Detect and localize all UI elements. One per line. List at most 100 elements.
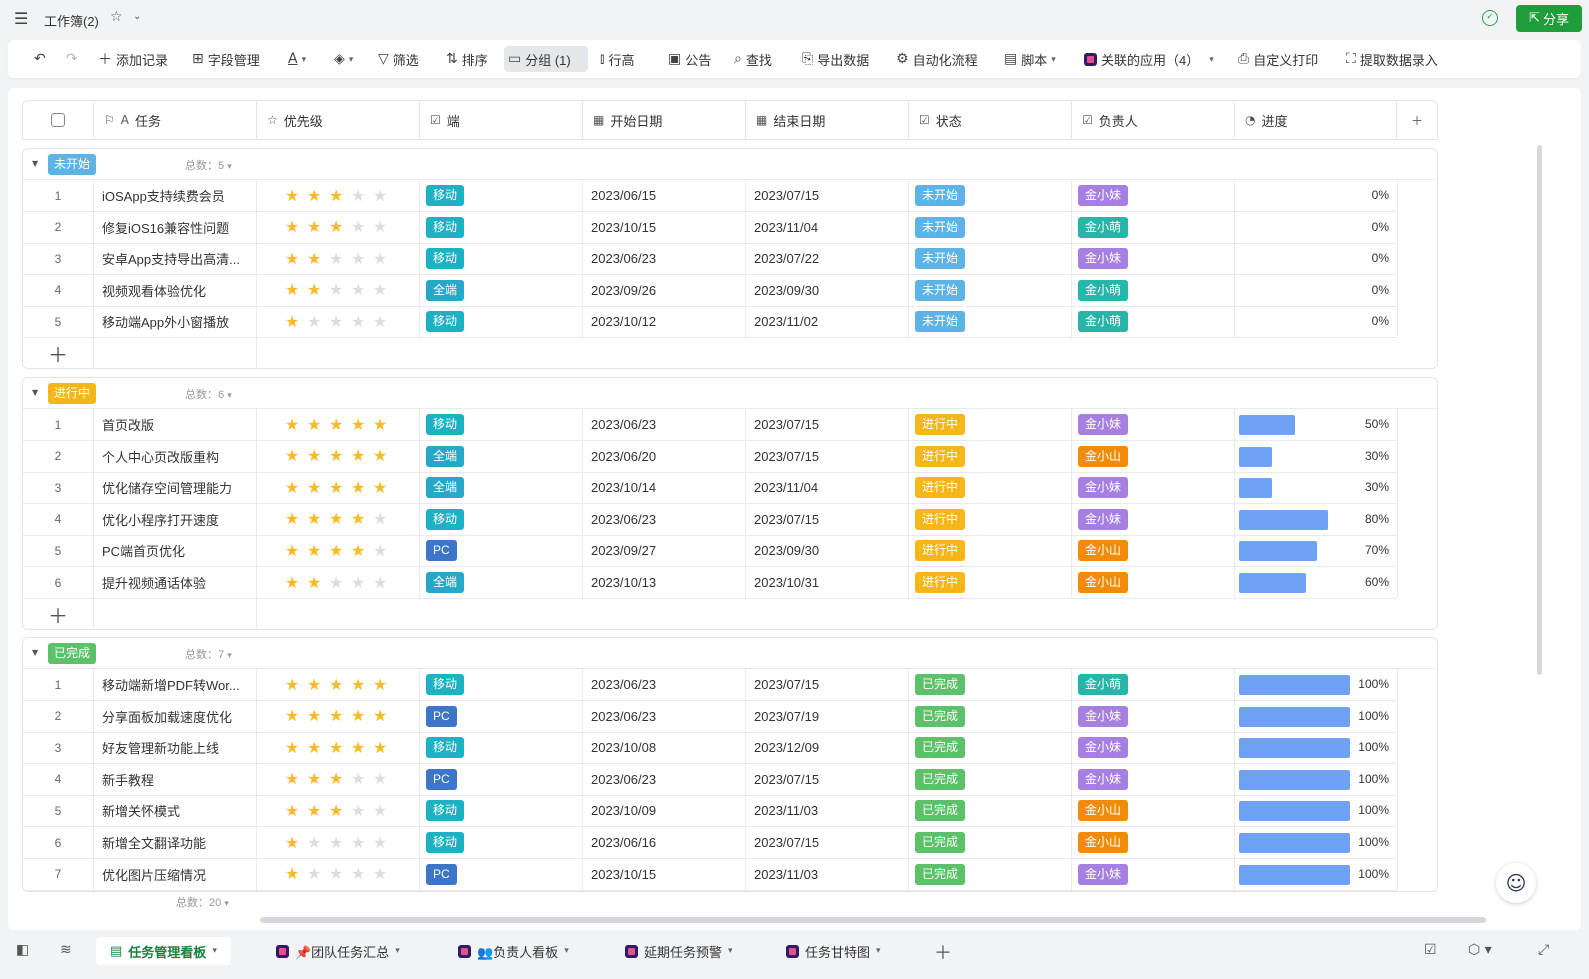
vertical-scrollbar[interactable] <box>1537 145 1542 675</box>
table-row[interactable]: 5 新增关怀模式 ★ ★ ★ ★ ★ 移动 2023/10/09 2023/11/03 … <box>23 795 1398 828</box>
star-empty-icon[interactable]: ★ <box>329 866 349 882</box>
device-cell[interactable]: 全端 <box>420 274 583 306</box>
priority-rating[interactable]: ★ ★ ★ ★ ★ <box>257 763 420 795</box>
table-row[interactable]: 4 优化小程序打开速度 ★ ★ ★ ★ ★ 移动 2023/06/23 2023/07/… <box>23 503 1398 536</box>
task-cell[interactable]: 分享面板加载速度优化 <box>94 700 257 732</box>
star-empty-icon[interactable]: ★ <box>373 511 393 527</box>
task-cell[interactable]: 移动端新增PDF转Wor... <box>94 669 257 700</box>
workbook-title[interactable]: 工作簿(2) <box>44 11 99 30</box>
priority-rating[interactable]: ★ ★ ★ ★ ★ <box>257 700 420 732</box>
star-filled-icon[interactable]: ★ <box>329 187 349 204</box>
progress-cell[interactable]: 100% <box>1235 700 1398 732</box>
status-cell[interactable]: 进行中 <box>909 472 1072 504</box>
end-date-cell[interactable]: 2023/11/02 <box>746 306 909 338</box>
add-record-button[interactable]: ＋添加记录 <box>94 46 172 72</box>
fullscreen-icon[interactable]: ⤢ <box>1538 942 1549 958</box>
add-sheet-button[interactable]: ＋ <box>934 939 952 965</box>
star-filled-icon[interactable]: ★ <box>351 416 371 433</box>
task-cell[interactable]: 视频观看体验优化 <box>94 274 257 306</box>
progress-cell[interactable]: 0% <box>1235 211 1398 243</box>
priority-rating[interactable]: ★ ★ ★ ★ ★ <box>257 503 420 535</box>
task-cell[interactable]: 修复iOS16兼容性问题 <box>94 211 257 243</box>
chevron-down-icon[interactable]: ⌄ <box>133 11 141 22</box>
progress-cell[interactable]: 60% <box>1235 567 1398 598</box>
end-date-cell[interactable]: 2023/11/03 <box>746 795 909 827</box>
status-cell[interactable]: 进行中 <box>909 409 1072 440</box>
priority-rating[interactable]: ★ ★ ★ ★ ★ <box>257 827 420 858</box>
progress-cell[interactable]: 80% <box>1235 503 1398 535</box>
progress-cell[interactable]: 0% <box>1235 274 1398 306</box>
star-filled-icon[interactable]: ★ <box>285 676 305 693</box>
end-date-cell[interactable]: 2023/11/04 <box>746 211 909 243</box>
column-header-end-date[interactable]: ▦ 结束日期 <box>746 101 909 139</box>
automation-button[interactable]: ⚙ 自动化流程 <box>892 46 982 72</box>
end-date-cell[interactable]: 2023/07/15 <box>746 503 909 535</box>
star-filled-icon[interactable]: ★ <box>285 708 305 724</box>
star-filled-icon[interactable]: ★ <box>329 219 349 235</box>
star-filled-icon[interactable]: ★ <box>351 676 371 693</box>
start-date-cell[interactable]: 2023/06/15 <box>583 180 746 211</box>
star-empty-icon[interactable]: ★ <box>373 834 393 851</box>
star-filled-icon[interactable]: ★ <box>351 542 371 559</box>
device-cell[interactable]: 移动 <box>420 503 583 535</box>
device-cell[interactable]: 全端 <box>420 472 583 504</box>
end-date-cell[interactable]: 2023/07/22 <box>746 243 909 275</box>
fill-color-button[interactable]: ◈ ▾ <box>330 46 357 72</box>
star-filled-icon[interactable]: ★ <box>307 739 327 756</box>
star-filled-icon[interactable]: ★ <box>285 448 305 464</box>
app-store-icon[interactable]: ⬡ ▾ <box>1468 942 1492 958</box>
star-empty-icon[interactable]: ★ <box>351 187 371 204</box>
star-filled-icon[interactable]: ★ <box>307 542 327 559</box>
star-empty-icon[interactable]: ★ <box>351 802 371 819</box>
table-row[interactable]: 3 好友管理新功能上线 ★ ★ ★ ★ ★ 移动 2023/10/08 2023/12/… <box>23 732 1398 765</box>
progress-cell[interactable]: 100% <box>1235 732 1398 764</box>
status-cell[interactable]: 进行中 <box>909 503 1072 535</box>
menu-icon[interactable]: ☰ <box>14 9 28 28</box>
start-date-cell[interactable]: 2023/06/23 <box>583 763 746 795</box>
progress-cell[interactable]: 0% <box>1235 243 1398 275</box>
star-filled-icon[interactable]: ★ <box>285 771 305 787</box>
device-cell[interactable]: 移动 <box>420 732 583 764</box>
priority-rating[interactable]: ★ ★ ★ ★ ★ <box>257 669 420 700</box>
progress-cell[interactable]: 100% <box>1235 795 1398 827</box>
star-empty-icon[interactable]: ★ <box>329 250 349 267</box>
star-empty-icon[interactable]: ★ <box>307 866 327 882</box>
star-filled-icon[interactable]: ★ <box>307 282 327 298</box>
star-empty-icon[interactable]: ★ <box>373 574 393 591</box>
device-cell[interactable]: PC <box>420 858 583 890</box>
table-row[interactable]: 6 新增全文翻译功能 ★ ★ ★ ★ ★ 移动 2023/06/16 2023/07/1… <box>23 827 1398 859</box>
progress-cell[interactable]: 70% <box>1235 535 1398 567</box>
task-cell[interactable]: 移动端App外小窗播放 <box>94 306 257 338</box>
star-empty-icon[interactable]: ★ <box>373 250 393 267</box>
table-row[interactable]: 2 分享面板加载速度优化 ★ ★ ★ ★ ★ PC 2023/06/23 2023/07… <box>23 700 1398 733</box>
row-height-button[interactable]: ⫾ 行高 <box>596 46 639 72</box>
task-cell[interactable]: 优化小程序打开速度 <box>94 503 257 535</box>
progress-cell[interactable]: 50% <box>1235 409 1398 440</box>
star-filled-icon[interactable]: ★ <box>285 282 305 298</box>
end-date-cell[interactable]: 2023/07/15 <box>746 409 909 440</box>
progress-cell[interactable]: 30% <box>1235 472 1398 504</box>
owner-cell[interactable]: 金小山 <box>1072 440 1235 472</box>
table-row[interactable]: 4 视频观看体验优化 ★ ★ ★ ★ ★ 全端 2023/09/26 2023/09/3… <box>23 274 1398 307</box>
star-filled-icon[interactable]: ★ <box>307 802 327 819</box>
add-row-button[interactable]: ＋ <box>23 598 94 630</box>
star-filled-icon[interactable]: ★ <box>285 542 305 559</box>
priority-rating[interactable]: ★ ★ ★ ★ ★ <box>257 274 420 306</box>
task-cell[interactable]: 新增全文翻译功能 <box>94 827 257 858</box>
owner-cell[interactable]: 金小山 <box>1072 535 1235 567</box>
cloud-sync-icon[interactable]: ✓ <box>1482 10 1498 26</box>
star-filled-icon[interactable]: ★ <box>307 479 327 496</box>
star-empty-icon[interactable]: ★ <box>351 866 371 882</box>
star-filled-icon[interactable]: ★ <box>307 771 327 787</box>
status-cell[interactable]: 已完成 <box>909 732 1072 764</box>
star-filled-icon[interactable]: ★ <box>285 739 305 756</box>
table-row[interactable]: 4 新手教程 ★ ★ ★ ★ ★ PC 2023/06/23 2023/07/15 已完… <box>23 763 1398 796</box>
group-count[interactable]: 总数：7 ▾ <box>185 646 232 662</box>
owner-cell[interactable]: 金小妹 <box>1072 763 1235 795</box>
form-icon[interactable]: ☑ <box>1424 942 1437 958</box>
status-cell[interactable]: 未开始 <box>909 274 1072 306</box>
star-filled-icon[interactable]: ★ <box>285 802 305 819</box>
redo-button[interactable]: ↷ <box>62 46 82 72</box>
start-date-cell[interactable]: 2023/06/16 <box>583 827 746 858</box>
table-row[interactable]: 6 提升视频通话体验 ★ ★ ★ ★ ★ 全端 2023/10/13 2023/10/3… <box>23 567 1398 599</box>
